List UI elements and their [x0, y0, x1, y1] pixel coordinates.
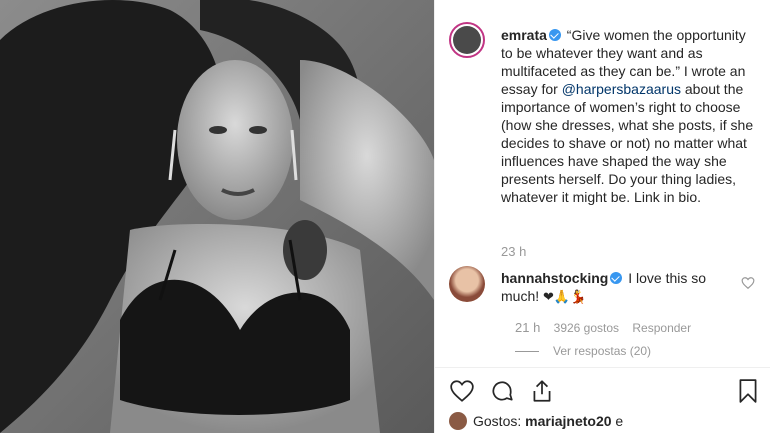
comment-likes[interactable]: 3926 gostos: [554, 321, 619, 335]
comment-like-icon[interactable]: [741, 276, 755, 290]
view-replies-label[interactable]: Ver respostas (20): [553, 344, 651, 358]
comment-meta: 21 h 3926 gostos Responder: [515, 320, 701, 335]
caption-mention-link[interactable]: @harpersbazaarus: [562, 81, 681, 97]
post-time[interactable]: 23 h: [501, 244, 526, 259]
comment-icon[interactable]: [489, 378, 515, 404]
commenter-username[interactable]: hannahstocking: [501, 270, 608, 286]
reply-button[interactable]: Responder: [632, 321, 691, 335]
liker-username[interactable]: mariajneto20: [525, 413, 611, 429]
comment-time[interactable]: 21 h: [515, 320, 540, 335]
post-photo[interactable]: [0, 0, 434, 433]
caption-text-end: about the importance of women’s right to…: [501, 81, 754, 205]
post-sidebar: emrata “Give women the opportunity to be…: [434, 0, 770, 433]
verified-icon: [548, 29, 561, 41]
replies-divider: [515, 351, 539, 353]
commenter-avatar[interactable]: [449, 266, 485, 302]
author-avatar[interactable]: [449, 22, 485, 58]
verified-icon: [610, 272, 623, 284]
likes-prefix: Gostos:: [473, 413, 526, 429]
author-username[interactable]: emrata: [501, 27, 547, 43]
action-bar: [449, 378, 759, 408]
photo-image: [0, 0, 434, 433]
comment-emojis: ❤🙏💃: [543, 289, 587, 304]
bookmark-icon[interactable]: [735, 378, 761, 404]
actions-divider: [435, 367, 770, 368]
post-caption: emrata “Give women the opportunity to be…: [501, 26, 757, 206]
heart-icon[interactable]: [449, 378, 475, 404]
likes-summary: Gostos: mariajneto20 e: [449, 412, 623, 430]
view-replies[interactable]: Ver respostas (20): [515, 344, 651, 358]
comment-text-block: hannahstocking I love this so much! ❤🙏💃: [501, 269, 721, 306]
liker-avatar[interactable]: [449, 412, 467, 430]
likes-suffix: e: [611, 413, 624, 429]
share-icon[interactable]: [529, 378, 555, 404]
